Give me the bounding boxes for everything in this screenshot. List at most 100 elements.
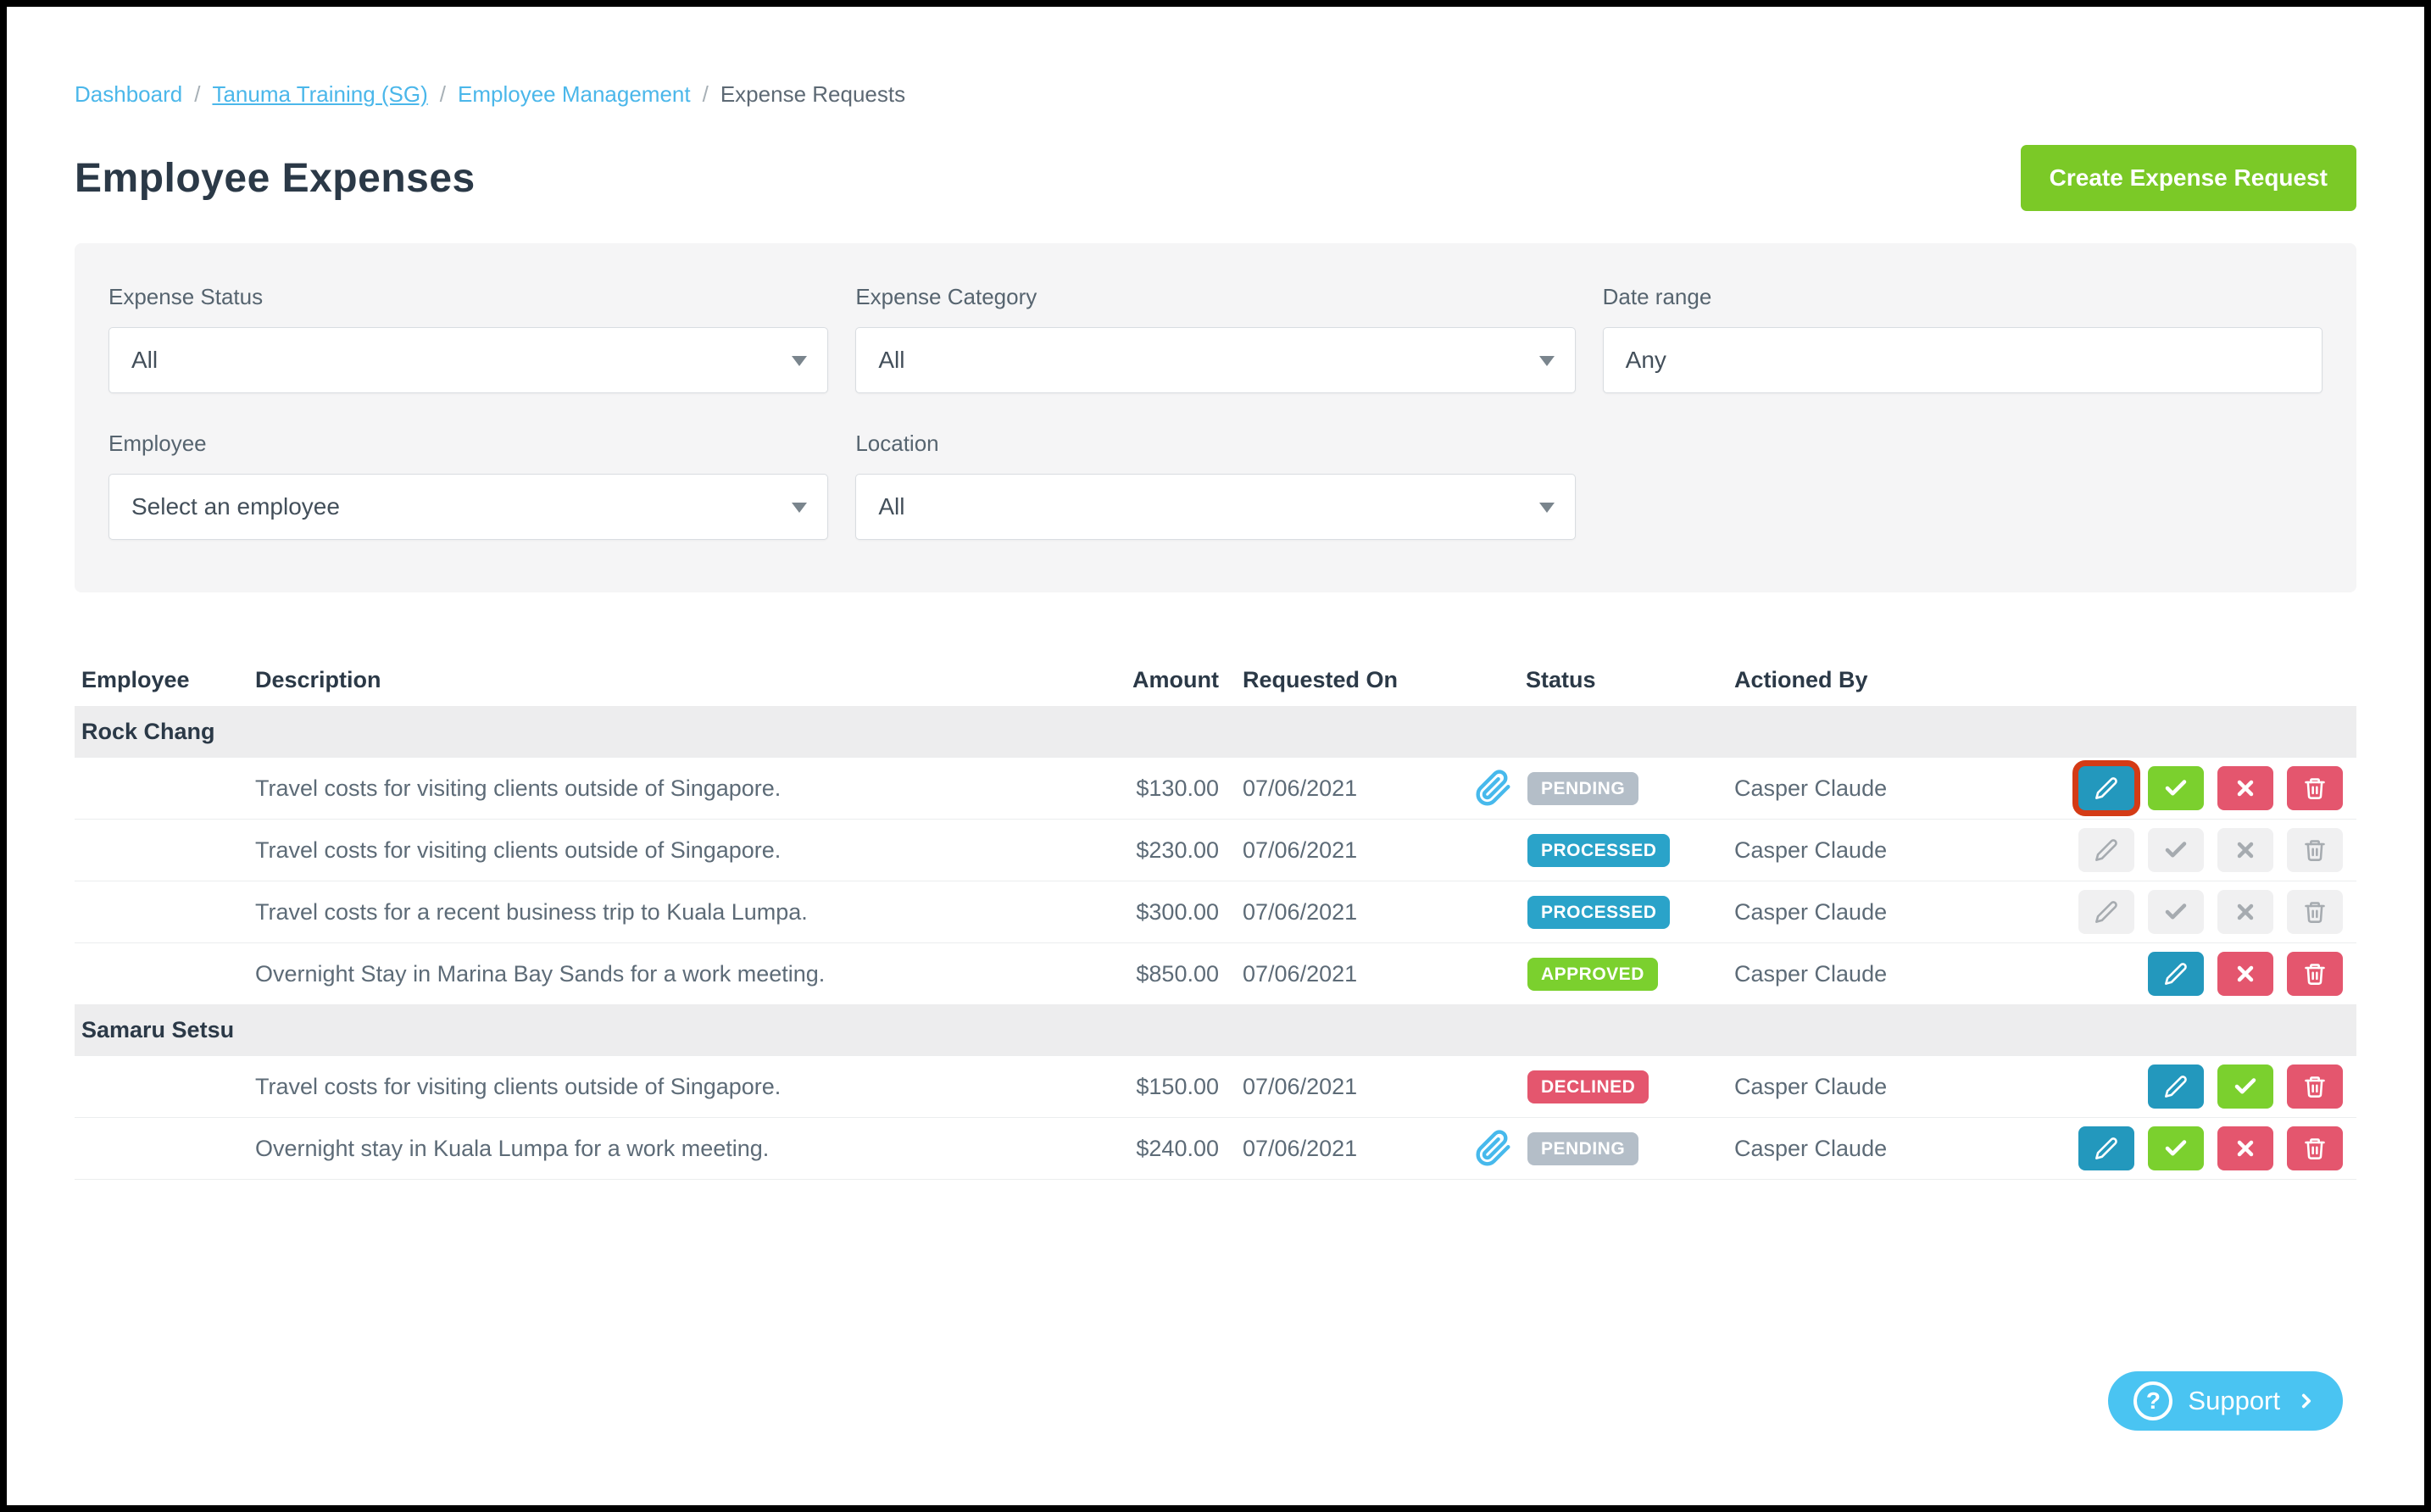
description-cell: Overnight stay in Kuala Lumpa for a work…	[255, 1135, 770, 1161]
actioned-by-cell: Casper Claude	[1734, 837, 1888, 863]
approve-button	[2148, 890, 2204, 934]
trash-icon	[2305, 1076, 2325, 1098]
column-header-description: Description	[255, 666, 381, 692]
amount-cell: $300.00	[1136, 898, 1219, 925]
actioned-by-cell: Casper Claude	[1734, 775, 1888, 801]
delete-button[interactable]	[2287, 766, 2343, 810]
decline-button	[2217, 828, 2273, 872]
edit-button[interactable]	[2078, 766, 2134, 810]
chevron-down-icon	[792, 503, 808, 513]
table-row: Travel costs for a recent business trip …	[75, 881, 2356, 942]
pencil-icon	[2095, 839, 2117, 861]
approve-button	[2148, 828, 2204, 872]
x-icon	[2237, 1140, 2254, 1157]
paperclip-icon	[1476, 1130, 1510, 1166]
status-badge: APPROVED	[1527, 957, 1658, 991]
filter-date-range: Date range Any	[1602, 284, 2323, 393]
table-row: Overnight stay in Kuala Lumpa for a work…	[75, 1117, 2356, 1179]
pencil-icon	[2095, 1137, 2117, 1159]
row-actions	[2017, 1126, 2356, 1170]
date-range-input[interactable]: Any	[1602, 327, 2323, 393]
check-icon	[2165, 903, 2187, 920]
approve-button[interactable]	[2217, 1065, 2273, 1109]
status-cell: PROCESSED	[1441, 895, 1721, 929]
filter-employee: Employee Select an employee	[108, 431, 829, 540]
delete-button	[2287, 828, 2343, 872]
question-mark-icon: ?	[2133, 1381, 2173, 1420]
pencil-icon	[2095, 777, 2117, 799]
app-window: Dashboard / Tanuma Training (SG) / Emplo…	[0, 0, 2431, 1512]
paperclip-icon	[1476, 770, 1510, 806]
filter-panel: Expense Status All Expense Category All …	[75, 243, 2356, 592]
breadcrumb-separator: /	[702, 81, 709, 107]
breadcrumb-dashboard[interactable]: Dashboard	[75, 81, 182, 108]
group-header-row: Samaru Setsu	[75, 1004, 2356, 1055]
expense-status-select[interactable]: All	[108, 327, 829, 393]
actioned-by-cell: Casper Claude	[1734, 898, 1888, 925]
support-button[interactable]: ? Support	[2108, 1371, 2343, 1431]
description-cell: Travel costs for a recent business trip …	[255, 898, 808, 925]
column-header-requested-on: Requested On	[1243, 666, 1399, 692]
group-header-row: Rock Chang	[75, 706, 2356, 757]
status-cell: DECLINED	[1441, 1070, 1721, 1103]
location-select[interactable]: All	[855, 474, 1576, 540]
delete-button[interactable]	[2287, 1065, 2343, 1109]
edit-button[interactable]	[2148, 952, 2204, 996]
status-badge: PROCESSED	[1527, 895, 1671, 929]
date-range-value: Any	[1625, 347, 1666, 373]
attachment-slot	[1475, 769, 1527, 808]
amount-cell: $240.00	[1136, 1135, 1219, 1161]
status-cell: PENDING	[1441, 1129, 1721, 1168]
employee-select[interactable]: Select an employee	[108, 474, 829, 540]
requested-on-cell: 07/06/2021	[1243, 837, 1358, 863]
chevron-down-icon	[1538, 503, 1555, 513]
check-icon	[2234, 1078, 2256, 1094]
amount-cell: $130.00	[1136, 775, 1219, 801]
breadcrumb-tanuma-training[interactable]: Tanuma Training (SG)	[212, 81, 427, 108]
create-expense-request-button[interactable]: Create Expense Request	[2020, 145, 2356, 211]
trash-icon	[2305, 964, 2325, 985]
row-actions	[2017, 828, 2356, 872]
breadcrumb-expense-requests: Expense Requests	[720, 81, 906, 107]
attachment-slot	[1475, 1129, 1527, 1168]
page-title: Employee Expenses	[75, 155, 476, 201]
chevron-down-icon	[792, 356, 808, 366]
breadcrumb-employee-management[interactable]: Employee Management	[458, 81, 691, 108]
status-cell: PROCESSED	[1441, 833, 1721, 867]
check-icon	[2165, 842, 2187, 858]
delete-button[interactable]	[2287, 952, 2343, 996]
decline-button[interactable]	[2217, 1126, 2273, 1170]
edit-button[interactable]	[2078, 1126, 2134, 1170]
amount-cell: $850.00	[1136, 960, 1219, 987]
requested-on-cell: 07/06/2021	[1243, 1073, 1358, 1099]
expense-category-value: All	[878, 347, 905, 373]
requested-on-cell: 07/06/2021	[1243, 775, 1358, 801]
expense-status-value: All	[131, 347, 159, 373]
amount-cell: $150.00	[1136, 1073, 1219, 1099]
decline-button[interactable]	[2217, 952, 2273, 996]
actioned-by-cell: Casper Claude	[1734, 960, 1888, 987]
amount-cell: $230.00	[1136, 837, 1219, 863]
column-header-actioned-by: Actioned By	[1734, 666, 1868, 692]
delete-button[interactable]	[2287, 1126, 2343, 1170]
chevron-right-icon	[2301, 1393, 2311, 1409]
decline-button[interactable]	[2217, 766, 2273, 810]
description-cell: Travel costs for visiting clients outsid…	[255, 1073, 782, 1099]
row-actions	[2017, 1065, 2356, 1109]
x-icon	[2237, 842, 2254, 859]
requested-on-cell: 07/06/2021	[1243, 1135, 1358, 1161]
actioned-by-cell: Casper Claude	[1734, 1073, 1888, 1099]
expense-category-select[interactable]: All	[855, 327, 1576, 393]
description-cell: Travel costs for visiting clients outsid…	[255, 837, 782, 863]
edit-button	[2078, 828, 2134, 872]
filter-expense-category: Expense Category All	[855, 284, 1576, 393]
approve-button[interactable]	[2148, 1126, 2204, 1170]
edit-button[interactable]	[2148, 1065, 2204, 1109]
approve-button[interactable]	[2148, 766, 2204, 810]
row-actions	[2017, 952, 2356, 996]
table-row: Travel costs for visiting clients outsid…	[75, 757, 2356, 819]
expense-table: Employee Description Amount Requested On…	[75, 653, 2356, 1180]
check-icon	[2165, 1140, 2187, 1156]
status-badge: DECLINED	[1527, 1070, 1649, 1103]
column-header-employee: Employee	[81, 666, 190, 692]
